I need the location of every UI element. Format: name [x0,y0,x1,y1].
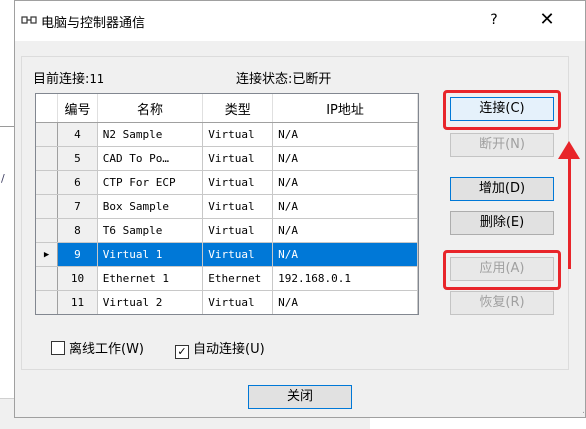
column-header-type[interactable]: 类型 [202,94,274,123]
table-row[interactable]: 6 CTP For ECP Virtual N/A [36,170,418,195]
cell-id: 8 [57,218,98,243]
column-header-ip[interactable]: IP地址 [272,94,418,123]
row-selector[interactable] [36,266,59,291]
cell-type[interactable]: Virtual [202,218,274,243]
offline-checkbox-label: 离线工作(W) [69,342,144,357]
column-header-id[interactable]: 编号 [57,94,98,123]
background-divider [0,126,14,127]
cell-id: 9 [57,242,98,267]
cell-name[interactable]: CAD To Po… [97,146,204,171]
close-window-button[interactable]: ✕ [533,7,561,33]
cell-id: 11 [57,290,98,314]
add-button[interactable]: 增加(D) [450,177,554,201]
row-selector[interactable] [36,146,59,171]
current-connection-label: 目前连接: [33,72,90,87]
resize-grip-icon[interactable]: ⋰ [582,405,586,415]
current-connection: 目前连接:11 [33,68,104,87]
close-button[interactable]: 关闭 [248,385,352,409]
connection-state-value: 已断开 [292,72,332,87]
cell-ip[interactable]: N/A [272,170,418,195]
cell-name[interactable]: N2 Sample [97,122,204,147]
cell-type[interactable]: Virtual [202,194,274,219]
connections-grid: 编号 名称 类型 IP地址 4 N2 Sample Virtual N/A 5 [35,93,419,315]
cell-ip[interactable]: N/A [272,242,418,267]
cell-id: 7 [57,194,98,219]
column-header-name[interactable]: 名称 [97,94,204,123]
restore-button[interactable]: 恢复(R) [450,291,554,315]
table-row[interactable]: 8 T6 Sample Virtual N/A [36,218,418,243]
table-row[interactable]: 10 Ethernet 1 Ethernet 192.168.0.1 [36,266,418,291]
delete-button[interactable]: 删除(E) [450,211,554,235]
table-row-selected[interactable]: ▶ 9 Virtual 1 Virtual N/A [36,242,418,267]
auto-connect-checkbox-label: 自动连接(U) [193,342,265,357]
pc-controller-comm-dialog: 电脑与控制器通信 ? ✕ 目前连接:11 连接状态:已断开 编号 名称 类型 I… [14,0,586,418]
cell-name[interactable]: Ethernet 1 [97,266,204,291]
annotation-arrow-up-icon [558,141,580,159]
cell-name[interactable]: Virtual 1 [97,242,204,267]
help-button[interactable]: ? [485,9,503,31]
cell-id: 4 [57,122,98,147]
connection-state-label: 连接状态: [236,72,293,87]
cell-type[interactable]: Virtual [202,170,274,195]
cell-type[interactable]: Virtual [202,290,274,314]
row-selector[interactable] [36,170,59,195]
cell-ip[interactable]: N/A [272,290,418,314]
cell-id: 10 [57,266,98,291]
grid-corner [36,94,59,123]
cell-ip[interactable]: N/A [272,194,418,219]
connection-state: 连接状态:已断开 [236,68,331,87]
cell-name[interactable]: T6 Sample [97,218,204,243]
row-pointer-icon[interactable]: ▶ [36,242,59,267]
disconnect-button[interactable]: 断开(N) [450,133,554,157]
row-selector[interactable] [36,122,59,147]
annotation-box-apply [443,250,561,290]
connection-link-icon [21,16,37,24]
cell-ip[interactable]: 192.168.0.1 [272,266,418,291]
cell-id: 5 [57,146,98,171]
cell-type[interactable]: Virtual [202,122,274,147]
cell-ip[interactable]: N/A [272,218,418,243]
table-row[interactable]: 4 N2 Sample Virtual N/A [36,122,418,147]
grid-header-row: 编号 名称 类型 IP地址 [36,94,418,123]
cell-name[interactable]: Box Sample [97,194,204,219]
checkbox-unchecked-icon[interactable] [51,341,65,355]
cell-name[interactable]: CTP For ECP [97,170,204,195]
cell-ip[interactable]: N/A [272,122,418,147]
cell-type[interactable]: Virtual [202,242,274,267]
title-bar: 电脑与控制器通信 ? ✕ [15,1,585,41]
cell-type[interactable]: Ethernet [202,266,274,291]
connections-table: 编号 名称 类型 IP地址 4 N2 Sample Virtual N/A 5 [36,94,418,314]
row-selector[interactable] [36,194,59,219]
background-mark: / [1,172,5,185]
offline-checkbox[interactable]: 离线工作(W) [51,338,144,357]
window-title: 电脑与控制器通信 [41,16,146,31]
annotation-arrow-shaft [568,157,571,269]
cell-id: 6 [57,170,98,195]
checkbox-checked-icon[interactable]: ✓ [175,345,189,359]
row-selector[interactable] [36,290,59,314]
cell-type[interactable]: Virtual [202,146,274,171]
table-row[interactable]: 5 CAD To Po… Virtual N/A [36,146,418,171]
auto-connect-checkbox[interactable]: ✓ 自动连接(U) [175,338,265,359]
row-selector[interactable] [36,218,59,243]
current-connection-value: 11 [89,72,104,86]
table-row[interactable]: 11 Virtual 2 Virtual N/A [36,290,418,314]
table-row[interactable]: 7 Box Sample Virtual N/A [36,194,418,219]
cell-name[interactable]: Virtual 2 [97,290,204,314]
annotation-box-connect [443,90,561,130]
cell-ip[interactable]: N/A [272,146,418,171]
